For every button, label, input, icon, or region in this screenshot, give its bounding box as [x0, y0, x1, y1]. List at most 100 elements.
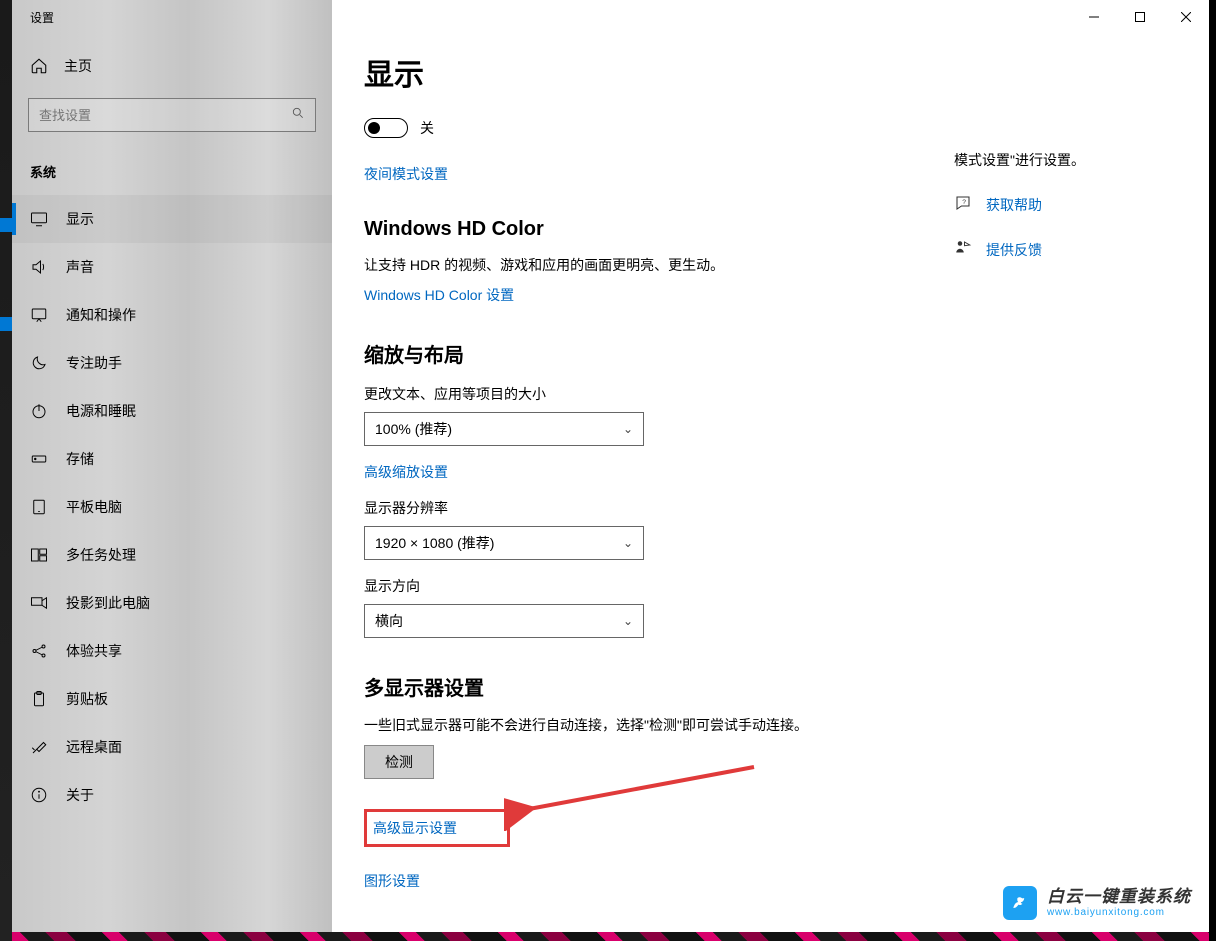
app-title-text: 设置	[30, 9, 54, 26]
watermark-line2: www.baiyunxitong.com	[1047, 907, 1191, 918]
chevron-down-icon: ⌄	[623, 614, 633, 628]
task-indicator	[0, 317, 12, 331]
notification-icon	[30, 306, 48, 324]
sidebar-section-label: 系统	[30, 162, 332, 181]
sidebar-nav: 显示 声音 通知和操作 专注助手 电源和睡眠 存储	[12, 195, 332, 819]
sidebar-item-remote[interactable]: 远程桌面	[12, 723, 332, 771]
sidebar-item-label: 投影到此电脑	[66, 593, 150, 613]
watermark: 白云一键重装系统 www.baiyunxitong.com	[1003, 886, 1191, 920]
content-area: 显示 关 夜间模式设置 Windows HD Color 让支持 HDR 的视频…	[364, 50, 1209, 932]
sidebar-item-tablet[interactable]: 平板电脑	[12, 483, 332, 531]
sidebar-item-label: 远程桌面	[66, 737, 122, 757]
search-input[interactable]	[39, 108, 239, 123]
storage-icon	[30, 450, 48, 468]
close-button[interactable]	[1163, 1, 1209, 33]
tablet-icon	[30, 498, 48, 516]
graphics-settings-link[interactable]: 图形设置	[364, 873, 420, 889]
monitor-icon	[30, 210, 48, 228]
sidebar-item-multitask[interactable]: 多任务处理	[12, 531, 332, 579]
text-size-label: 更改文本、应用等项目的大小	[364, 384, 1209, 404]
right-column: 模式设置"进行设置。 ? 获取帮助 提供反馈	[954, 150, 1204, 260]
text-size-dropdown[interactable]: 100% (推荐) ⌄	[364, 412, 644, 446]
resolution-dropdown[interactable]: 1920 × 1080 (推荐) ⌄	[364, 526, 644, 560]
search-box[interactable]	[28, 98, 316, 132]
chevron-down-icon: ⌄	[623, 536, 633, 550]
annotation-arrow	[504, 761, 764, 831]
feedback-link: 提供反馈	[986, 240, 1042, 260]
sidebar-item-label: 多任务处理	[66, 545, 136, 565]
sidebar-item-focus[interactable]: 专注助手	[12, 339, 332, 387]
settings-window: 设置 主页 系统 显示 声音 通知	[12, 0, 1209, 932]
task-indicator	[0, 218, 12, 232]
sidebar-item-sound[interactable]: 声音	[12, 243, 332, 291]
sidebar: 设置 主页 系统 显示 声音 通知	[12, 0, 332, 932]
speaker-icon	[30, 258, 48, 276]
text-size-value: 100% (推荐)	[375, 419, 452, 439]
svg-text:?: ?	[962, 199, 966, 206]
night-mode-state: 关	[420, 118, 434, 138]
sidebar-item-label: 显示	[66, 209, 94, 229]
advanced-scale-link[interactable]: 高级缩放设置	[364, 464, 448, 480]
sidebar-item-notifications[interactable]: 通知和操作	[12, 291, 332, 339]
minimize-button[interactable]	[1071, 1, 1117, 33]
moon-icon	[30, 354, 48, 372]
multitask-icon	[30, 546, 48, 564]
resolution-value: 1920 × 1080 (推荐)	[375, 533, 494, 553]
help-icon: ?	[954, 194, 972, 215]
sidebar-item-display[interactable]: 显示	[12, 195, 332, 243]
resolution-label: 显示器分辨率	[364, 498, 1209, 518]
maximize-button[interactable]	[1117, 1, 1163, 33]
cutoff-text	[364, 92, 1209, 108]
night-mode-toggle[interactable]	[364, 118, 408, 138]
night-mode-settings-link[interactable]: 夜间模式设置	[364, 166, 448, 182]
home-button[interactable]: 主页	[12, 34, 332, 84]
hdcolor-settings-link[interactable]: Windows HD Color 设置	[364, 287, 514, 303]
sidebar-item-project[interactable]: 投影到此电脑	[12, 579, 332, 627]
get-help-link: 获取帮助	[986, 195, 1042, 215]
orientation-label: 显示方向	[364, 576, 1209, 596]
sidebar-item-storage[interactable]: 存储	[12, 435, 332, 483]
hint-fragment: 模式设置"进行设置。	[954, 150, 1204, 170]
detect-button[interactable]: 检测	[364, 745, 434, 779]
orientation-dropdown[interactable]: 横向 ⌄	[364, 604, 644, 638]
window-controls	[1071, 0, 1209, 34]
main-panel: 显示 关 夜间模式设置 Windows HD Color 让支持 HDR 的视频…	[332, 0, 1209, 932]
remote-icon	[30, 738, 48, 756]
project-icon	[30, 594, 48, 612]
sidebar-item-label: 电源和睡眠	[66, 401, 136, 421]
share-icon	[30, 642, 48, 660]
get-help-row[interactable]: ? 获取帮助	[954, 194, 1204, 215]
advanced-display-link[interactable]: 高级显示设置	[373, 820, 457, 836]
night-mode-toggle-row: 关	[364, 118, 1209, 138]
sidebar-item-label: 体验共享	[66, 641, 122, 661]
sidebar-item-label: 通知和操作	[66, 305, 136, 325]
home-label: 主页	[64, 56, 92, 76]
orientation-value: 横向	[375, 611, 403, 631]
sidebar-item-label: 专注助手	[66, 353, 122, 373]
sidebar-item-label: 剪贴板	[66, 689, 108, 709]
multi-heading: 多显示器设置	[364, 672, 1209, 701]
sidebar-item-label: 声音	[66, 257, 94, 277]
sidebar-item-label: 关于	[66, 785, 94, 805]
clipboard-icon	[30, 690, 48, 708]
page-title: 显示	[364, 50, 1209, 94]
sidebar-item-power[interactable]: 电源和睡眠	[12, 387, 332, 435]
watermark-badge-icon	[1003, 886, 1037, 920]
watermark-text: 白云一键重装系统 www.baiyunxitong.com	[1047, 888, 1191, 918]
desktop-bottom-strip	[12, 932, 1209, 941]
search-icon	[291, 106, 305, 125]
sidebar-item-label: 平板电脑	[66, 497, 122, 517]
power-icon	[30, 402, 48, 420]
home-icon	[30, 57, 48, 75]
sidebar-item-label: 存储	[66, 449, 94, 469]
desktop-left-strip	[0, 0, 12, 941]
sidebar-item-about[interactable]: 关于	[12, 771, 332, 819]
watermark-line1: 白云一键重装系统	[1047, 888, 1191, 907]
window-title: 设置	[12, 0, 332, 34]
sidebar-item-clipboard[interactable]: 剪贴板	[12, 675, 332, 723]
annotation-highlight: 高级显示设置	[364, 809, 510, 847]
feedback-row[interactable]: 提供反馈	[954, 239, 1204, 260]
multi-description: 一些旧式显示器可能不会进行自动连接，选择"检测"即可尝试手动连接。	[364, 715, 1209, 735]
chevron-down-icon: ⌄	[623, 422, 633, 436]
sidebar-item-share[interactable]: 体验共享	[12, 627, 332, 675]
